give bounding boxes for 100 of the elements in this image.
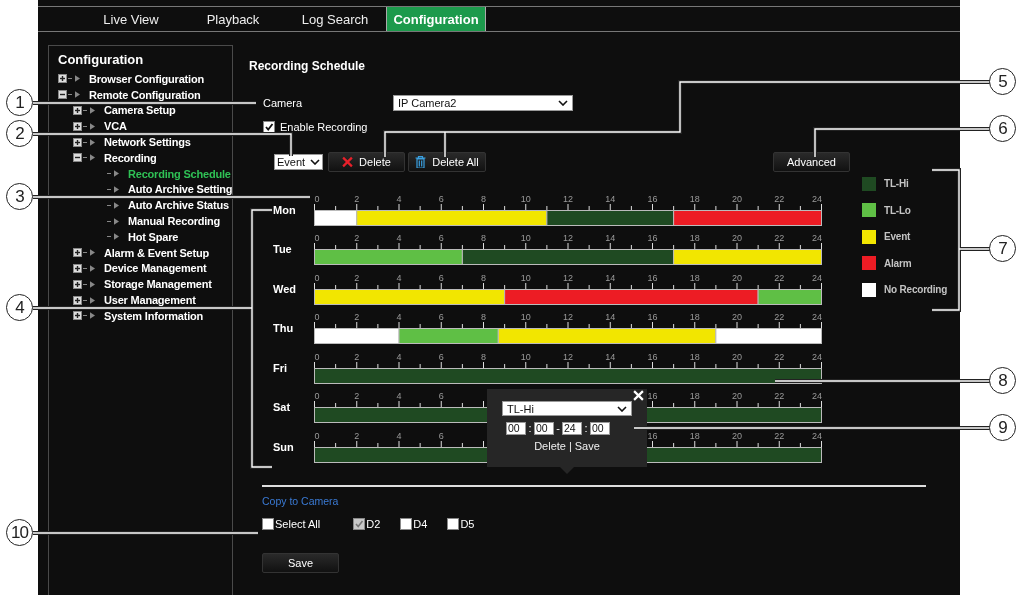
hour-label: 6: [438, 233, 444, 243]
delete-link[interactable]: Delete: [534, 440, 566, 452]
tree-item[interactable]: Recording: [104, 151, 157, 164]
nav-tab[interactable]: Log Search: [284, 7, 386, 31]
expander-icon[interactable]: [73, 121, 82, 131]
hour-label: 18: [689, 312, 700, 322]
close-icon[interactable]: [633, 390, 644, 401]
hour-label: 0: [314, 391, 320, 401]
hour-label: 14: [605, 272, 616, 283]
callout-number: 5: [989, 68, 1016, 95]
tree-item[interactable]: Manual Recording: [128, 215, 221, 228]
schedule-segment[interactable]: [356, 209, 548, 226]
tree-item[interactable]: System Information: [104, 309, 204, 322]
expander-icon[interactable]: [58, 90, 67, 100]
checkbox[interactable]: [447, 517, 460, 530]
save-button[interactable]: Save: [262, 552, 339, 573]
tree-item[interactable]: User Management: [104, 294, 196, 307]
expander-icon[interactable]: [73, 248, 82, 258]
checkbox[interactable]: [262, 517, 274, 530]
nav-tab[interactable]: Configuration: [386, 7, 486, 31]
hour-label: 16: [647, 272, 658, 283]
expander-icon[interactable]: [73, 311, 82, 321]
nav-tab[interactable]: Live View: [80, 7, 182, 31]
schedule-segment[interactable]: [314, 367, 822, 384]
hour-label: 16: [647, 193, 658, 204]
hour-label: 20: [732, 233, 742, 243]
expander-icon[interactable]: [73, 106, 82, 115]
checkbox[interactable]: [400, 517, 413, 530]
tree-item[interactable]: VCA: [104, 120, 127, 133]
hour-label: 6: [438, 272, 444, 283]
expander-icon[interactable]: [73, 263, 82, 273]
chevron-down-icon: [617, 405, 627, 412]
expander-icon[interactable]: [73, 137, 82, 147]
hour-label: 6: [438, 351, 444, 362]
time-separator: :: [527, 422, 533, 434]
tree-item[interactable]: Auto Archive Setting: [128, 183, 233, 196]
legend-label: TL-Hi: [884, 178, 909, 189]
hour-label: 2: [354, 430, 360, 441]
schedule-segment[interactable]: [314, 288, 506, 305]
checkbox-label: D5: [460, 517, 475, 530]
schedule-segment[interactable]: [757, 288, 822, 305]
camera-label: Camera: [263, 97, 304, 109]
hour-label: 8: [481, 312, 486, 322]
tree-item[interactable]: Remote Configuration: [89, 88, 201, 101]
hour-label: 2: [354, 272, 360, 283]
page-title: Recording Schedule: [249, 59, 367, 73]
expander-icon[interactable]: [73, 295, 82, 305]
save-link[interactable]: Save: [574, 440, 600, 452]
hour-label: 10: [520, 272, 531, 283]
hour-label: 20: [732, 272, 742, 283]
hour-label: 10: [520, 193, 531, 204]
hour-label: 14: [605, 193, 616, 204]
tree-item[interactable]: Auto Archive Status: [128, 199, 229, 212]
hour-label: 0: [314, 312, 320, 322]
callout-number: 8: [989, 367, 1016, 394]
tree-item[interactable]: Network Settings: [104, 136, 191, 149]
trash-icon: [415, 156, 427, 168]
checkbox-label: D2: [366, 517, 381, 530]
hour-field[interactable]: 24: [562, 421, 582, 435]
hour-label: 24: [812, 391, 822, 401]
schedule-segment[interactable]: [504, 288, 759, 305]
tree-item[interactable]: Recording Schedule: [128, 167, 231, 180]
type-dropdown[interactable]: TL-Hi: [502, 401, 632, 416]
hour-label: 20: [732, 312, 742, 322]
hour-label: 22: [774, 233, 785, 243]
tree-item[interactable]: Browser Configuration: [89, 72, 204, 85]
triangle-icon: [90, 107, 95, 114]
minute-field[interactable]: 00: [534, 421, 554, 435]
checkbox[interactable]: [263, 121, 275, 133]
hour-label: 24: [812, 430, 822, 441]
tree-item[interactable]: Alarm & Event Setup: [104, 246, 209, 259]
tree-item[interactable]: Camera Setup: [104, 104, 176, 117]
tree-item[interactable]: Hot Spare: [128, 230, 179, 243]
tree-item[interactable]: Storage Management: [104, 278, 212, 291]
minute-field[interactable]: 00: [590, 421, 610, 435]
schedule-segment[interactable]: [673, 209, 822, 226]
hour-label: 20: [732, 193, 742, 204]
hour-label: 8: [481, 233, 486, 243]
tree-item[interactable]: Device Management: [104, 262, 207, 275]
callout-number: 7: [989, 235, 1016, 262]
expander-icon[interactable]: [58, 74, 67, 84]
mode-dropdown[interactable]: Event: [274, 154, 323, 170]
expander-icon[interactable]: [73, 153, 82, 163]
hour-label: 4: [396, 193, 402, 204]
delete-button[interactable]: Delete: [328, 152, 405, 172]
advanced-button[interactable]: Advanced: [773, 152, 850, 172]
hour-label: 2: [354, 391, 360, 401]
hour-label: 14: [605, 312, 616, 322]
hour-label: 14: [605, 233, 616, 243]
delete-all-button[interactable]: Delete All: [408, 152, 486, 172]
hour-label: 2: [354, 233, 360, 243]
expander-icon[interactable]: [73, 279, 82, 289]
hour-field[interactable]: 00: [506, 421, 526, 435]
hour-label: 18: [689, 233, 700, 243]
nav-tab[interactable]: Playback: [182, 7, 284, 31]
schedule-segment[interactable]: [314, 209, 358, 226]
callout-number: 1: [6, 89, 33, 116]
camera-dropdown[interactable]: IP Camera2: [393, 95, 573, 111]
schedule-segment[interactable]: [546, 209, 675, 226]
hour-label: 18: [689, 272, 700, 283]
